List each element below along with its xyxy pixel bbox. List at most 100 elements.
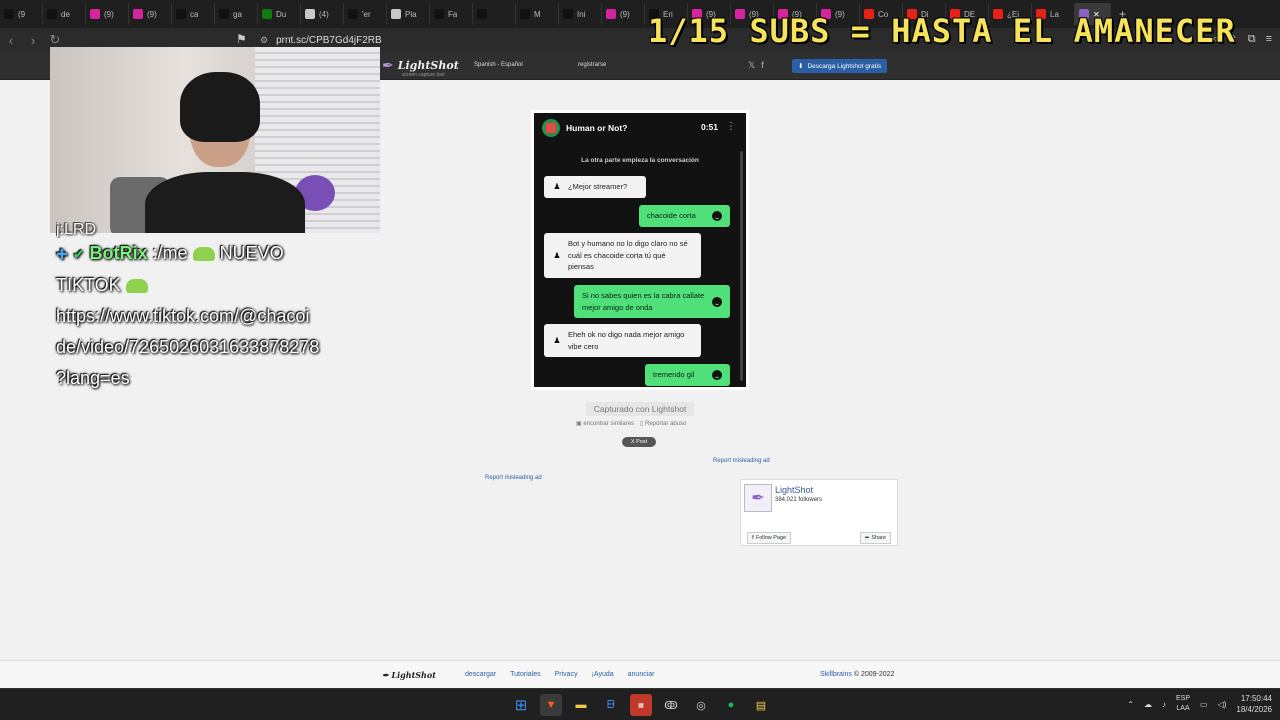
browser-tab[interactable]: 'er bbox=[344, 3, 387, 25]
emote-icon bbox=[125, 279, 148, 294]
chat-link-line: de/video/7265026031633878278 bbox=[56, 337, 320, 357]
robot-icon: ♟ bbox=[553, 250, 561, 260]
browser-tab[interactable]: (4) bbox=[301, 3, 344, 25]
spotify-icon[interactable]: ● bbox=[720, 694, 742, 716]
skillbrains-link[interactable]: Skillbrains bbox=[820, 671, 852, 678]
follow-label: Follow Page bbox=[755, 535, 787, 541]
copyright-years: © 2009-2022 bbox=[853, 671, 895, 678]
browser-tab[interactable]: Ini bbox=[559, 3, 602, 25]
tab-label: 'er bbox=[362, 9, 371, 19]
chat-link-line: https://www.tiktok.com/@chacoi bbox=[56, 306, 310, 326]
back-icon[interactable]: ‹ bbox=[0, 33, 22, 48]
url-text: prnt.sc/CPB7Gd4jF2RB bbox=[276, 34, 382, 46]
lightshot-logo[interactable]: ✒ LightShot screen capture tool bbox=[382, 57, 459, 78]
follow-page-button[interactable]: f Follow Page bbox=[747, 532, 792, 544]
x-icon bbox=[219, 9, 229, 19]
instagram-icon bbox=[90, 9, 100, 19]
footer-link-privacy[interactable]: Privacy bbox=[555, 671, 578, 678]
twitter-icon[interactable]: 𝕏 bbox=[748, 60, 755, 71]
clock[interactable]: 17:50:44 18/4/2026 bbox=[1236, 693, 1272, 715]
streaming-app-icon[interactable]: ↂ bbox=[660, 694, 682, 716]
share-button[interactable]: ➦ Share bbox=[859, 532, 891, 544]
forward-icon[interactable]: › bbox=[22, 33, 44, 48]
screenshot-image[interactable]: Human or Not? 0:51 ⋮ La otra parte empie… bbox=[531, 110, 749, 390]
obs-icon[interactable]: ◎ bbox=[690, 694, 712, 716]
page-name[interactable]: LightShot bbox=[775, 485, 813, 495]
smiley-icon bbox=[712, 210, 722, 221]
browser-tab[interactable]: de bbox=[43, 3, 86, 25]
page-thumbnail[interactable]: ✒ bbox=[744, 484, 772, 512]
chat-word-new: NUEVO bbox=[219, 243, 284, 263]
browser-tab[interactable] bbox=[473, 3, 516, 25]
download-button-label: Descarga Lightshot gratis bbox=[807, 62, 882, 70]
extensions-icon[interactable]: ⧉ bbox=[1248, 33, 1256, 46]
browser-tab[interactable]: Pla bbox=[387, 3, 430, 25]
human-or-not-app: Human or Not? 0:51 ⋮ La otra parte empie… bbox=[534, 113, 746, 387]
bing-icon[interactable]: ᗷ bbox=[600, 694, 622, 716]
verified-badge-icon: ✚ bbox=[56, 246, 68, 262]
browser-tab[interactable]: Fa bbox=[430, 3, 473, 25]
scrollbar[interactable] bbox=[740, 151, 743, 381]
x-post-button[interactable]: X Post bbox=[622, 437, 656, 447]
find-similar-link[interactable]: ▣ encontrar similares bbox=[576, 420, 634, 427]
chat-word-tiktok: TIKTOK bbox=[56, 275, 121, 295]
footer-link-help[interactable]: ¡Ayuda bbox=[592, 671, 614, 678]
network-icon[interactable]: ▭ bbox=[1200, 700, 1208, 709]
file-explorer-icon[interactable]: ▬ bbox=[570, 694, 592, 716]
image-actions: ▣ encontrar similares ▯ Reportar abuso bbox=[576, 420, 686, 427]
more-icon[interactable]: ⋮ bbox=[726, 121, 736, 132]
message-text: ¿Mejor streamer? bbox=[568, 182, 628, 191]
onedrive-icon[interactable]: ☁ bbox=[1144, 700, 1152, 709]
browser-tab[interactable]: (9 bbox=[0, 3, 43, 25]
message-text: Bot y humano no lo digo claro no sé cuál… bbox=[568, 239, 688, 271]
report-ad-link-right[interactable]: Report misleading ad bbox=[713, 458, 770, 464]
chevron-up-icon[interactable]: ⌃ bbox=[1127, 700, 1134, 709]
tab-label: M bbox=[534, 9, 541, 19]
instagram-icon bbox=[606, 9, 616, 19]
chat-message-line: TIKTOK bbox=[56, 270, 356, 301]
footer-link-advertise[interactable]: anunciar bbox=[628, 671, 655, 678]
menu-icon[interactable]: ≡ bbox=[1266, 33, 1272, 46]
language-selector[interactable]: Spanish - Español bbox=[474, 62, 523, 68]
find-similar-label: encontrar similares bbox=[583, 421, 635, 427]
windows-taskbar: ⊞ ▼ ▬ ᗷ ▦ ↂ ◎ ● ▤ ⌃ ☁ ♪ ESP LAA ▭ ◁) 17:… bbox=[0, 688, 1280, 720]
facebook-icon[interactable]: f bbox=[761, 60, 764, 71]
site-info-icon[interactable]: ⚙ bbox=[260, 35, 268, 46]
tab-label: (9 bbox=[18, 9, 26, 19]
browser-tab[interactable]: (9) bbox=[86, 3, 129, 25]
store-icon[interactable]: ▤ bbox=[750, 694, 772, 716]
browser-tab[interactable]: M bbox=[516, 3, 559, 25]
report-abuse-link[interactable]: ▯ Reportar abuso bbox=[640, 420, 686, 427]
browser-tab[interactable]: ca bbox=[172, 3, 215, 25]
register-link[interactable]: registrarse bbox=[578, 62, 606, 68]
windows-start-icon[interactable]: ⊞ bbox=[510, 694, 532, 716]
news-app-icon[interactable]: ▦ bbox=[630, 694, 652, 716]
message-text: tremendo gil bbox=[653, 370, 695, 379]
reload-icon[interactable]: ↻ bbox=[44, 32, 66, 48]
message-text: Eheh ok no digo nada mejor amigo vibe ce… bbox=[568, 330, 685, 351]
captured-with-label[interactable]: Capturado con Lightshot bbox=[586, 402, 694, 416]
footer-logo[interactable]: ✒ LightShot bbox=[382, 670, 436, 680]
microphone-icon[interactable]: ♪ bbox=[1162, 700, 1166, 709]
browser-tab[interactable]: Du bbox=[258, 3, 301, 25]
footer-link-tutorials[interactable]: Tutoriales bbox=[510, 671, 540, 678]
clock-date: 18/4/2026 bbox=[1236, 705, 1272, 714]
footer-links: descargar Tutoriales Privacy ¡Ayuda anun… bbox=[465, 671, 655, 678]
browser-tab[interactable]: (9) bbox=[129, 3, 172, 25]
browser-tab[interactable]: (9) bbox=[602, 3, 645, 25]
tiktok-icon bbox=[4, 9, 14, 19]
input-language[interactable]: ESP LAA bbox=[1176, 694, 1190, 714]
browser-tab[interactable]: ga bbox=[215, 3, 258, 25]
brave-browser-icon[interactable]: ▼ bbox=[540, 694, 562, 716]
smiley-icon bbox=[712, 369, 722, 380]
volume-icon[interactable]: ◁) bbox=[1218, 700, 1227, 709]
download-button[interactable]: ⬇ Descarga Lightshot gratis bbox=[792, 59, 888, 73]
conversation-intro: La otra parte empieza la conversación bbox=[581, 157, 699, 164]
tab-label: (9) bbox=[104, 9, 114, 19]
bookmark-icon[interactable]: ⚑ bbox=[236, 32, 247, 46]
report-ad-link-left[interactable]: Report misleading ad bbox=[485, 475, 542, 481]
taskbar-apps: ⊞ ▼ ▬ ᗷ ▦ ↂ ◎ ● ▤ bbox=[510, 694, 772, 716]
page-footer: ✒ LightShot descargar Tutoriales Privacy… bbox=[0, 660, 1280, 688]
moderator-badge-icon: ✔ bbox=[72, 246, 85, 262]
footer-link-download[interactable]: descargar bbox=[465, 671, 496, 678]
